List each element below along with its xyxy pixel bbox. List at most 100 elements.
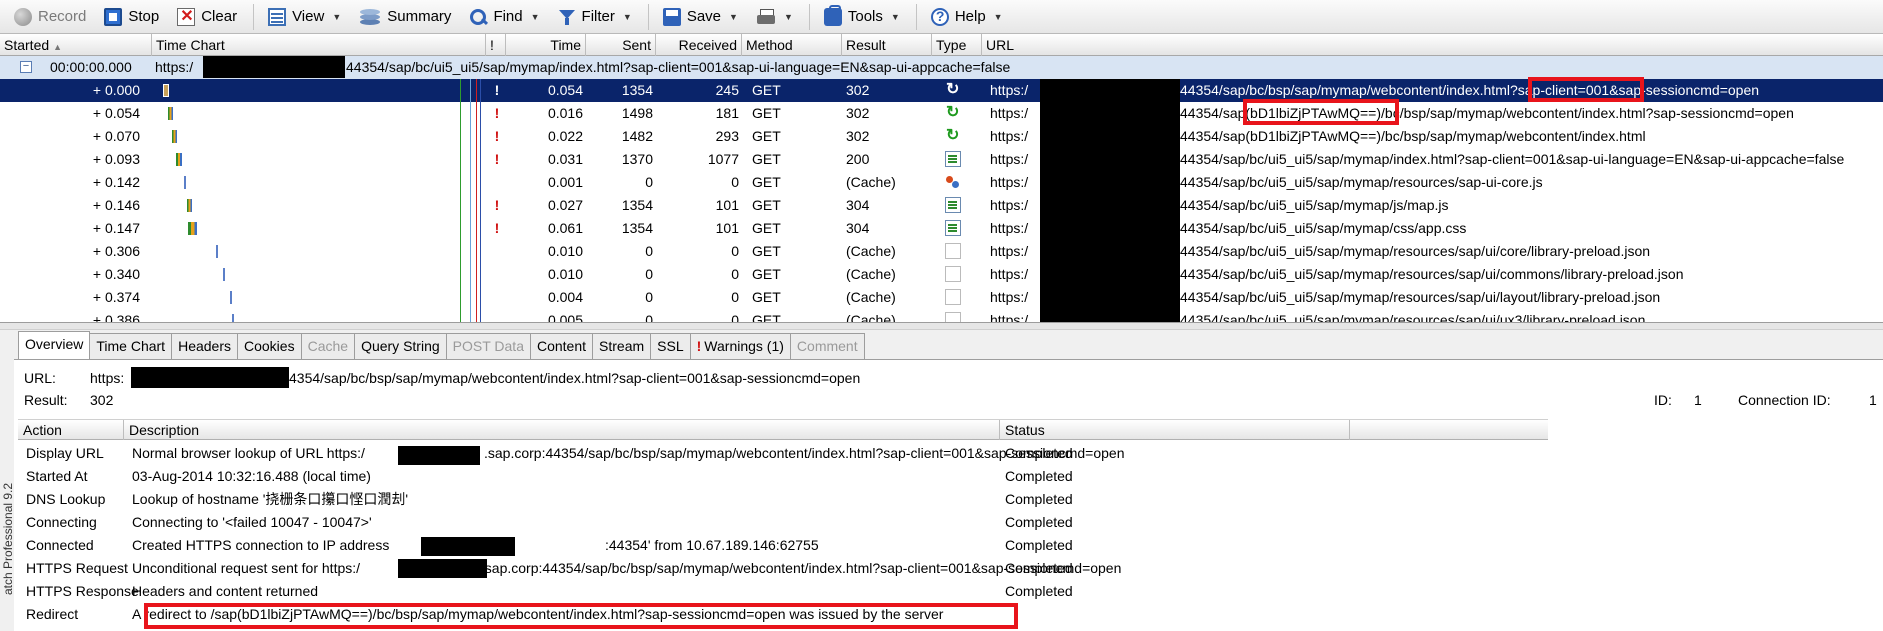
- column-header-started[interactable]: Started ▲: [0, 34, 152, 56]
- tools-button[interactable]: Tools ▼: [816, 3, 908, 31]
- url-prefix: https:/: [990, 105, 1029, 121]
- type-cell: [945, 102, 969, 125]
- tab-headers[interactable]: Headers: [171, 333, 238, 359]
- table-row[interactable]: + 0.340 0.010 0 0 GET (Cache) https:/ 44354/sap…: [0, 263, 1883, 286]
- result-cell: (Cache): [846, 312, 896, 322]
- stop-label: Stop: [128, 8, 160, 25]
- list-item[interactable]: Connected Created HTTPS connection to IP …: [18, 534, 1878, 557]
- tab-comment[interactable]: Comment: [789, 333, 865, 359]
- redaction-mask: [1040, 79, 1180, 322]
- id-value: 1: [1694, 392, 1702, 408]
- filter-icon: [558, 8, 576, 26]
- url-suffix: 44354/sap(bD1lbiZjPTAwMQ==)/bc/bsp/sap/m…: [1180, 128, 1646, 144]
- pane-splitter[interactable]: [0, 322, 1883, 330]
- table-row[interactable]: + 0.386 0.005 0 0 GET (Cache) https:/ 44354/sap…: [0, 309, 1883, 322]
- started-cell: + 0.000: [92, 82, 140, 98]
- column-header-url[interactable]: URL: [982, 34, 1883, 56]
- column-header-time[interactable]: Time: [506, 34, 586, 56]
- actions-col-action[interactable]: Action: [18, 420, 124, 440]
- action-name: Connecting: [26, 514, 97, 530]
- timeline-bar: [168, 107, 173, 120]
- column-label: !: [490, 37, 494, 53]
- table-row[interactable]: + 0.147! 0.061 1354 101 GET 304 https:/ 44354/s…: [0, 217, 1883, 240]
- tab-label: Stream: [599, 338, 645, 354]
- actions-col-description[interactable]: Description: [124, 420, 1000, 440]
- action-name: Display URL: [26, 445, 104, 461]
- tab-cookies[interactable]: Cookies: [237, 333, 302, 359]
- tab-overview[interactable]: Overview: [18, 331, 91, 359]
- list-item[interactable]: Started At 03-Aug-2014 10:32:16.488 (loca…: [18, 465, 1878, 488]
- blank-icon: [945, 243, 961, 259]
- started-cell: + 0.374: [92, 289, 140, 305]
- started-cell: + 0.070: [92, 128, 140, 144]
- url-suffix: 44354/sap/bc/ui5_ui5/sap/mymap/resources…: [1180, 312, 1646, 322]
- tab-time-chart[interactable]: Time Chart: [89, 333, 173, 359]
- timeline-bar: [163, 84, 169, 97]
- toolbar: Record Stop Clear View ▼ Summary Find ▼ …: [0, 0, 1883, 34]
- time-chart-cell: [158, 194, 478, 217]
- tab-stream[interactable]: Stream: [592, 333, 652, 359]
- table-row[interactable]: + 0.070! 0.022 1482 293 GET 302 https:/ 44354/s…: [0, 125, 1883, 148]
- column-header-type[interactable]: Type: [932, 34, 982, 56]
- chevron-down-icon: ▼: [993, 11, 1003, 22]
- help-label: Help: [954, 8, 986, 25]
- tab-content[interactable]: Content: [529, 333, 594, 359]
- tab-cache[interactable]: Cache: [300, 333, 356, 359]
- table-row[interactable]: + 0.306 0.010 0 0 GET (Cache) https:/ 44354/sap…: [0, 240, 1883, 263]
- column-header-sent[interactable]: Sent: [586, 34, 656, 56]
- search-icon: [469, 8, 487, 26]
- column-header-received[interactable]: Received: [656, 34, 742, 56]
- tab-warnings-1[interactable]: ! Warnings (1): [689, 333, 791, 359]
- tab-query-string[interactable]: Query String: [354, 333, 447, 359]
- timeline-marker-blue: [470, 79, 471, 322]
- print-button[interactable]: ▼: [748, 3, 801, 31]
- tab-ssl[interactable]: SSL: [650, 333, 691, 359]
- list-item[interactable]: DNS Lookup Lookup of hostname '挠栅条口攥口悭口潤刦…: [18, 488, 1878, 511]
- tab-post-data[interactable]: POST Data: [445, 333, 531, 359]
- sent-cell: 1354: [621, 82, 653, 98]
- timeline-marker-navy: [480, 79, 481, 322]
- method-cell: GET: [752, 289, 781, 305]
- result-cell: (Cache): [846, 266, 896, 282]
- list-item[interactable]: HTTPS Request Unconditional request sent …: [18, 557, 1878, 580]
- started-cell: + 0.146: [92, 197, 140, 213]
- table-row[interactable]: + 0.054!0.0161498181GET302https:/44354/s…: [0, 102, 1883, 125]
- table-row[interactable]: + 0.374 0.004 0 0 GET (Cache) https:/ 44354/sap…: [0, 286, 1883, 309]
- column-header-warning[interactable]: !: [486, 34, 506, 56]
- actions-col-status[interactable]: Status: [1000, 420, 1350, 440]
- sent-cell: 0: [645, 174, 653, 190]
- table-row[interactable]: + 0.142 0.001 0 0 GET (Cache) https:/ 44354/sap…: [0, 171, 1883, 194]
- action-status: Completed: [1005, 583, 1073, 599]
- redaction-mask: [421, 537, 515, 556]
- received-cell: 293: [715, 128, 739, 144]
- method-cell: GET: [752, 266, 781, 282]
- record-button[interactable]: Record: [6, 3, 94, 31]
- list-item[interactable]: Connecting Connecting to '<failed 10047 -…: [18, 511, 1878, 534]
- redirect-icon: [945, 102, 961, 124]
- type-cell: [945, 171, 969, 194]
- help-button[interactable]: Help ▼: [923, 3, 1011, 31]
- save-button[interactable]: Save ▼: [655, 3, 746, 31]
- table-row[interactable]: + 0.093! 0.031 1370 1077 GET 200 https:/ 44354/…: [0, 148, 1883, 171]
- column-header-time-chart[interactable]: Time Chart: [152, 34, 486, 56]
- list-item[interactable]: HTTPS Response Headers and content return…: [18, 580, 1878, 603]
- column-header-method[interactable]: Method: [742, 34, 842, 56]
- url-suffix: 44354/sap/bc/ui5_ui5/sap/mymap/resources…: [1180, 174, 1543, 190]
- url-suffix: 44354/sap/bc/ui5_ui5/sap/mymap/resources…: [1180, 243, 1651, 259]
- list-item[interactable]: Display URL Normal browser lookup of URL …: [18, 442, 1878, 465]
- stop-button[interactable]: Stop: [96, 3, 167, 31]
- timeline-bar: [184, 176, 186, 189]
- save-label: Save: [686, 8, 722, 25]
- table-row[interactable]: + 0.146! 0.027 1354 101 GET 304 https:/ 44354/s…: [0, 194, 1883, 217]
- find-button[interactable]: Find ▼: [461, 3, 547, 31]
- action-description: Connecting to '<failed 10047 - 10047>': [132, 514, 372, 530]
- collapse-icon[interactable]: −: [20, 61, 32, 73]
- summary-button[interactable]: Summary: [351, 3, 459, 31]
- clear-button[interactable]: Clear: [169, 3, 245, 31]
- redaction-mask: [398, 446, 480, 465]
- chevron-down-icon: ▼: [332, 11, 342, 22]
- filter-button[interactable]: Filter ▼: [550, 3, 640, 31]
- column-header-result[interactable]: Result: [842, 34, 932, 56]
- view-button[interactable]: View ▼: [260, 3, 349, 31]
- time-cell: 0.016: [547, 105, 583, 121]
